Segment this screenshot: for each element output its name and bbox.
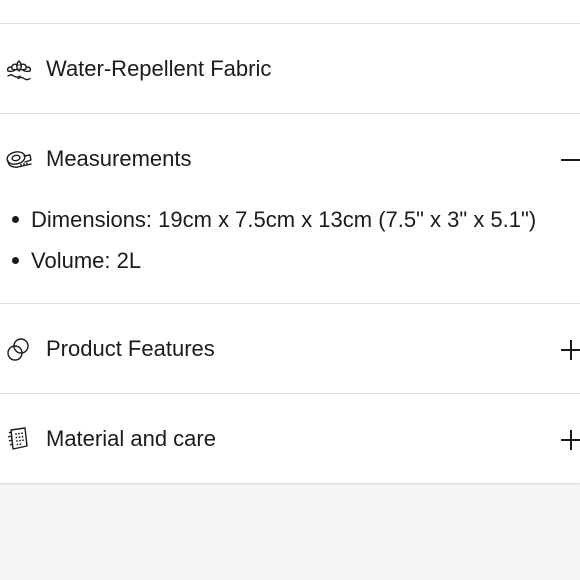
care-label-icon: [7, 427, 28, 450]
bullet-dot: [12, 257, 19, 264]
expand-plus-icon[interactable]: [560, 339, 580, 361]
measurement-volume: Volume: 2L: [31, 248, 142, 273]
accordion-label[interactable]: Measurements: [46, 114, 192, 204]
accordion-label[interactable]: Material and care: [46, 394, 216, 484]
accordion-item-water-repellent[interactable]: Water-Repellent Fabric: [0, 24, 580, 114]
product-details-accordion: Water-Repellent Fabric Measurements Dime…: [0, 0, 580, 483]
measurements-list: Dimensions: 19cm x 7.5cm x 13cm (7.5" x …: [0, 199, 536, 281]
water-lotus-icon: [6, 60, 32, 81]
collapse-minus-icon[interactable]: [560, 149, 580, 171]
accordion-item-material-care[interactable]: Material and care: [0, 394, 580, 484]
list-item: Dimensions: 19cm x 7.5cm x 13cm (7.5" x …: [0, 199, 536, 240]
accordion-label[interactable]: Water-Repellent Fabric: [46, 24, 271, 114]
list-item: Volume: 2L: [0, 240, 536, 281]
features-circles-icon: [7, 338, 29, 361]
accordion-item-product-features[interactable]: Product Features: [0, 304, 580, 394]
accordion-label[interactable]: Product Features: [46, 304, 215, 394]
expand-plus-icon[interactable]: [560, 429, 580, 451]
accordion-item-measurements[interactable]: Measurements: [0, 114, 580, 204]
measurement-dimensions: Dimensions: 19cm x 7.5cm x 13cm (7.5" x …: [31, 207, 537, 232]
bullet-dot: [12, 216, 19, 223]
measuring-tape-icon: [6, 151, 32, 168]
